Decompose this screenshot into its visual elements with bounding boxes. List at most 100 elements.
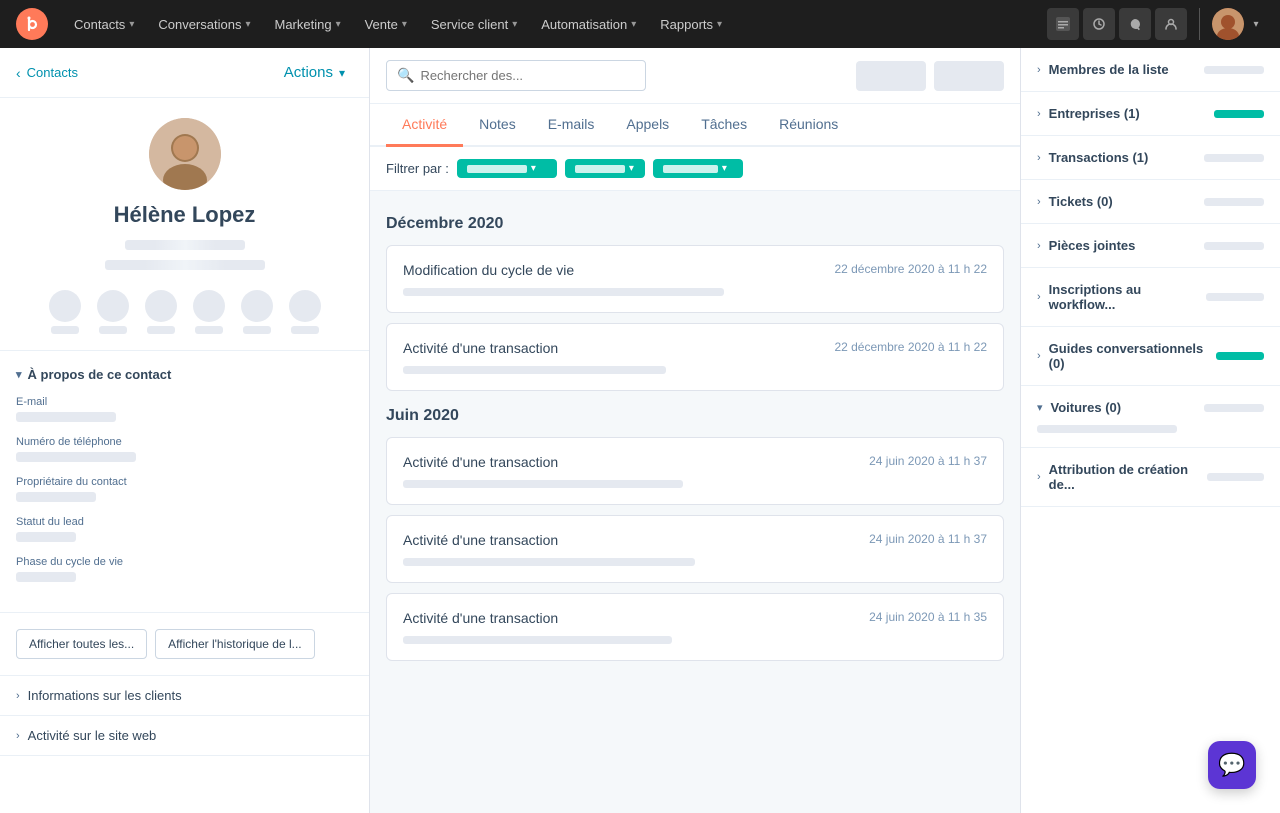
right-section-transactions-header[interactable]: › Transactions (1) xyxy=(1037,150,1264,165)
activity-date-1-1: 24 juin 2020 à 11 h 37 xyxy=(869,532,987,546)
about-section-toggle[interactable]: ▾ À propos de ce contact xyxy=(16,367,353,382)
right-section-membres-chevron-icon: › xyxy=(1037,64,1041,76)
marketing-chevron-icon: ▾ xyxy=(336,19,341,30)
middle-panel: 🔍 Activité Notes E-mails Appels Tâches R… xyxy=(370,48,1020,813)
owner-value-skeleton xyxy=(16,492,96,502)
nav-marketing[interactable]: Marketing ▾ xyxy=(264,11,350,38)
nav-automatisation[interactable]: Automatisation ▾ xyxy=(531,11,646,38)
skel-btn-2 xyxy=(934,61,1004,91)
nav-icon-btn-2[interactable] xyxy=(1083,8,1115,40)
info-clients-section[interactable]: › Informations sur les clients xyxy=(0,676,369,716)
tab-activite[interactable]: Activité xyxy=(386,104,463,147)
left-header: ‹ Contacts Actions ▾ xyxy=(0,48,369,98)
rapports-chevron-icon: ▾ xyxy=(717,19,722,30)
contact-btn-row: Afficher toutes les... Afficher l'histor… xyxy=(0,613,369,676)
phone-field: Numéro de téléphone xyxy=(16,436,353,462)
actions-button[interactable]: Actions ▾ xyxy=(276,60,353,85)
filter-chip-2[interactable]: ▾ xyxy=(565,159,645,178)
right-section-entreprises-chevron-icon: › xyxy=(1037,108,1041,120)
filter-chip-2-chevron: ▾ xyxy=(629,163,634,174)
tab-emails[interactable]: E-mails xyxy=(532,104,611,147)
show-all-button[interactable]: Afficher toutes les... xyxy=(16,629,147,659)
activity-date-0-0: 22 décembre 2020 à 11 h 22 xyxy=(834,262,987,276)
right-section-voitures-header[interactable]: ▾ Voitures (0) xyxy=(1037,400,1264,415)
activity-tabs: Activité Notes E-mails Appels Tâches Réu… xyxy=(370,104,1020,147)
user-avatar[interactable] xyxy=(1212,8,1244,40)
right-section-membres-skel xyxy=(1204,66,1264,74)
contact-action-more[interactable] xyxy=(289,290,321,334)
right-section-pieces: › Pièces jointes xyxy=(1021,224,1280,268)
nav-vente[interactable]: Vente ▾ xyxy=(355,11,417,38)
site-activity-section[interactable]: › Activité sur le site web xyxy=(0,716,369,756)
tab-reunions[interactable]: Réunions xyxy=(763,104,854,147)
right-section-workflow-header[interactable]: › Inscriptions au workflow... xyxy=(1037,282,1264,312)
right-section-voitures-chevron-icon: ▾ xyxy=(1037,401,1043,414)
chat-icon: 💬 xyxy=(1218,752,1245,778)
month-juin-2020: Juin 2020 xyxy=(386,407,1004,425)
left-panel: ‹ Contacts Actions ▾ Hélène Lopez xyxy=(0,48,370,813)
tab-notes[interactable]: Notes xyxy=(463,104,532,147)
right-section-tickets-chevron-icon: › xyxy=(1037,196,1041,208)
right-section-membres-header[interactable]: › Membres de la liste xyxy=(1037,62,1264,77)
lifecycle-field: Phase du cycle de vie xyxy=(16,556,353,582)
activity-skel-0-0 xyxy=(403,288,724,296)
actions-chevron-icon: ▾ xyxy=(339,66,345,80)
breadcrumb[interactable]: ‹ Contacts xyxy=(16,65,78,81)
nav-conversations[interactable]: Conversations ▾ xyxy=(148,11,260,38)
nav-rapports[interactable]: Rapports ▾ xyxy=(650,11,732,38)
right-section-transactions: › Transactions (1) xyxy=(1021,136,1280,180)
info-clients-chevron-icon: › xyxy=(16,690,20,702)
right-section-entreprises-header[interactable]: › Entreprises (1) xyxy=(1037,106,1264,121)
chat-bubble[interactable]: 💬 xyxy=(1208,741,1256,789)
activity-title-1-2: Activité d'une transaction xyxy=(403,610,558,626)
search-input[interactable] xyxy=(420,68,635,83)
filter-chip-3-chevron: ▾ xyxy=(722,163,727,174)
right-section-pieces-header[interactable]: › Pièces jointes xyxy=(1037,238,1264,253)
right-section-tickets-header[interactable]: › Tickets (0) xyxy=(1037,194,1264,209)
phone-value-skeleton xyxy=(16,452,136,462)
activity-title-1-1: Activité d'une transaction xyxy=(403,532,558,548)
contact-action-meeting[interactable] xyxy=(193,290,225,334)
nav-icon-btn-4[interactable] xyxy=(1155,8,1187,40)
right-section-membres: › Membres de la liste xyxy=(1021,48,1280,92)
nav-contacts[interactable]: Contacts ▾ xyxy=(64,11,144,38)
right-section-attribution-header[interactable]: › Attribution de création de... xyxy=(1037,462,1264,492)
activity-card-0-1: Activité d'une transaction 22 décembre 2… xyxy=(386,323,1004,391)
activity-title-1-0: Activité d'une transaction xyxy=(403,454,558,470)
about-chevron-icon: ▾ xyxy=(16,368,22,381)
show-history-button[interactable]: Afficher l'historique de l... xyxy=(155,629,314,659)
nav-service[interactable]: Service client ▾ xyxy=(421,11,527,38)
right-section-voitures-body xyxy=(1037,425,1264,433)
activity-title-0-1: Activité d'une transaction xyxy=(403,340,558,356)
filter-chip-3[interactable]: ▾ xyxy=(653,159,743,178)
activity-content: Décembre 2020 Modification du cycle de v… xyxy=(370,191,1020,687)
right-section-transactions-skel xyxy=(1204,154,1264,162)
filter-chip-1-chevron: ▾ xyxy=(531,163,536,174)
nav-icon-btn-3[interactable] xyxy=(1119,8,1151,40)
search-right-skels xyxy=(856,61,1004,91)
right-section-transactions-title: Transactions (1) xyxy=(1049,150,1149,165)
nav-icon-btn-1[interactable] xyxy=(1047,8,1079,40)
hubspot-logo[interactable] xyxy=(16,8,48,40)
avatar-dropdown-icon[interactable]: ▾ xyxy=(1248,8,1264,40)
back-arrow-icon: ‹ xyxy=(16,65,21,81)
tab-taches[interactable]: Tâches xyxy=(685,104,763,147)
contact-profile: Hélène Lopez xyxy=(0,98,369,351)
tab-appels[interactable]: Appels xyxy=(610,104,685,147)
contact-action-note[interactable] xyxy=(241,290,273,334)
filter-chip-1[interactable]: ▾ xyxy=(457,159,557,178)
contact-action-call[interactable] xyxy=(97,290,129,334)
right-section-transactions-chevron-icon: › xyxy=(1037,152,1041,164)
right-section-voitures-title: Voitures (0) xyxy=(1051,400,1122,415)
right-section-entreprises: › Entreprises (1) xyxy=(1021,92,1280,136)
top-navigation: Contacts ▾ Conversations ▾ Marketing ▾ V… xyxy=(0,0,1280,48)
right-section-voitures: ▾ Voitures (0) xyxy=(1021,386,1280,448)
contact-action-email[interactable] xyxy=(49,290,81,334)
search-input-wrap[interactable]: 🔍 xyxy=(386,60,646,91)
contact-action-task[interactable] xyxy=(145,290,177,334)
right-section-guides-header[interactable]: › Guides conversationnels (0) xyxy=(1037,341,1264,371)
email-value-skeleton xyxy=(16,412,116,422)
right-section-entreprises-skel xyxy=(1214,110,1264,118)
right-section-attribution-title: Attribution de création de... xyxy=(1049,462,1208,492)
activity-date-1-2: 24 juin 2020 à 11 h 35 xyxy=(869,610,987,624)
